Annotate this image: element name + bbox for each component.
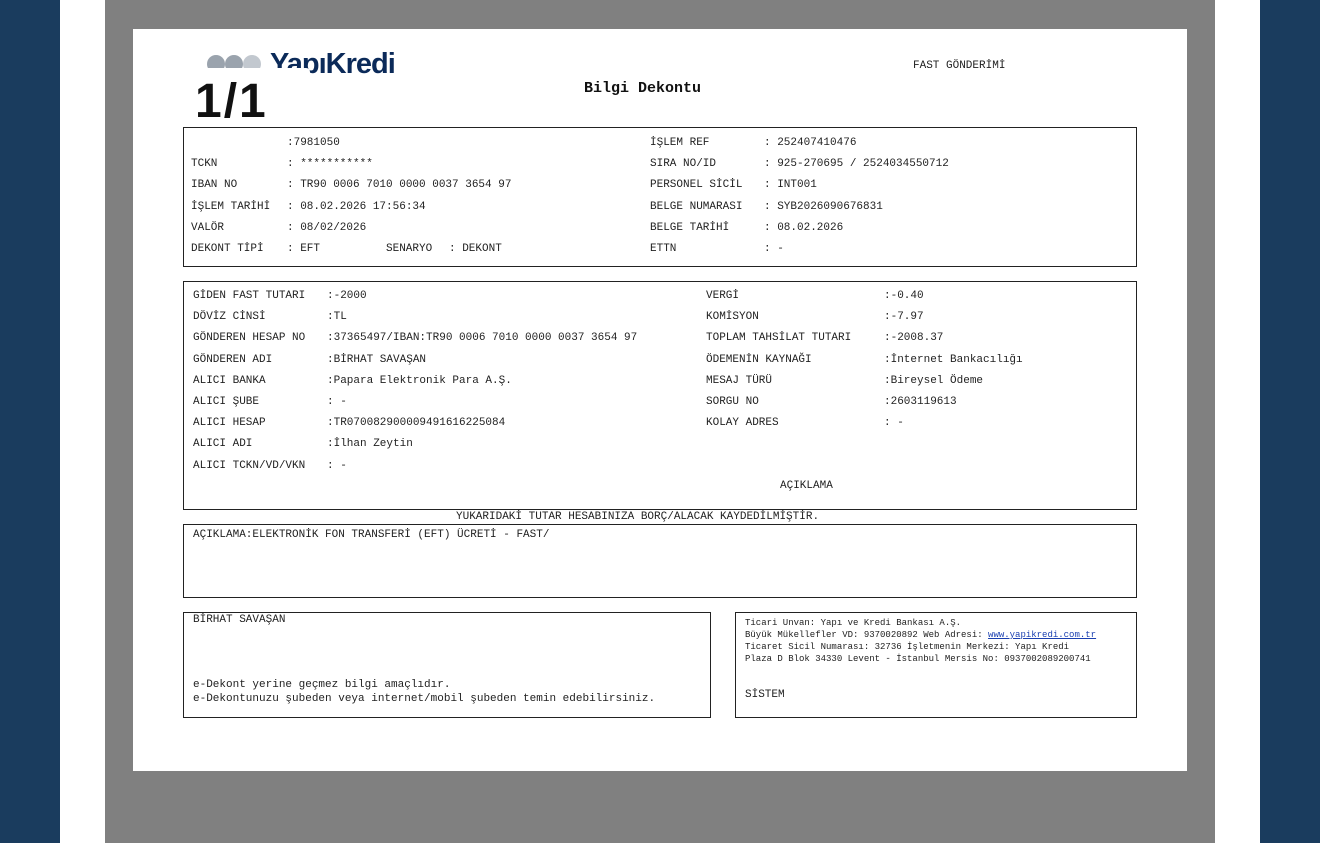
logo-circles-icon xyxy=(207,55,261,68)
info-right-label: BELGE TARİHİ xyxy=(650,221,750,234)
detail-left-label: GÖNDEREN HESAP NO xyxy=(193,332,312,345)
detail-right-label: ÖDEMENİN KAYNAĞI xyxy=(706,353,852,366)
detail-left-label: ALICI HESAP xyxy=(193,417,312,430)
info-right-value: : 252407410476 xyxy=(764,137,857,149)
customer-note-1: e-Dekont yerine geçmez bilgi amaçlıdır. xyxy=(193,679,451,691)
info-left-label: IBAN NO xyxy=(191,179,271,192)
detail-left-value: :37365497/IBAN:TR90 0006 7010 0000 0037 … xyxy=(327,332,638,345)
detail-left-value: : - xyxy=(327,396,347,408)
info-right-value: : INT001 xyxy=(764,179,817,192)
info-left-value: : TR90 0006 7010 0000 0037 3654 97 xyxy=(287,179,512,192)
detail-left-value: :İlhan Zeytin xyxy=(327,438,413,451)
bank-line-2: Büyük Mükellefler VD: 9370020892 Web Adr… xyxy=(745,629,1096,641)
detail-left-label: ALICI TCKN/VD/VKN xyxy=(193,459,312,472)
detail-right-value: :-2008.37 xyxy=(884,332,944,345)
info-right-label: PERSONEL SİCİL xyxy=(650,179,750,192)
info-right-value: : 08.02.2026 xyxy=(764,221,844,234)
info-left-label: İŞLEM TARİHİ xyxy=(191,200,271,213)
info-left-value: : EFT xyxy=(287,243,321,255)
bank-line-3: Ticaret Sicil Numarası: 32736 İşletmenin… xyxy=(745,642,1070,652)
detail-left-value: :-2000 xyxy=(327,290,367,302)
detail-right-label: KOLAY ADRES xyxy=(706,417,852,430)
bank-line-2-prefix: Büyük Mükellefler VD: 9370020892 Web Adr… xyxy=(745,630,989,640)
transfer-type: FAST GÖNDERİMİ xyxy=(913,60,1006,72)
info-right-label: ETTN xyxy=(650,243,750,255)
right-margin xyxy=(1215,0,1260,843)
detail-right-value: :-7.97 xyxy=(884,311,924,324)
detail-right-label: TOPLAM TAHSİLAT TUTARI xyxy=(706,332,852,345)
detail-left-value: :TR070082900009491616225084 xyxy=(327,417,506,430)
info-left-value: : 08/02/2026 xyxy=(287,221,367,234)
detail-left-value: :TL xyxy=(327,311,347,324)
description-text: AÇIKLAMA:ELEKTRONİK FON TRANSFERİ (EFT) … xyxy=(193,529,550,541)
page-title: Bilgi Dekontu xyxy=(584,80,702,97)
detail-right-label: MESAJ TÜRÜ xyxy=(706,374,852,387)
detail-left-label: GÖNDEREN ADI xyxy=(193,353,312,366)
info-right-label: İŞLEM REF xyxy=(650,137,750,149)
detail-left-value: :Papara Elektronik Para A.Ş. xyxy=(327,374,512,387)
notice-text: YUKARIDAKİ TUTAR HESABINIZA BORÇ/ALACAK … xyxy=(456,511,820,523)
left-margin xyxy=(60,0,105,843)
detail-right-label: SORGU NO xyxy=(706,396,852,408)
customer-name: BİRHAT SAVAŞAN xyxy=(193,614,286,626)
info-left-label: DEKONT TİPİ xyxy=(191,243,271,255)
bank-website-link[interactable]: www.yapikredi.com.tr xyxy=(988,630,1096,640)
detail-left-label: ALICI ADI xyxy=(193,438,312,451)
scenario-value: : DEKONT xyxy=(449,243,502,255)
info-left-value: :7981050 xyxy=(287,137,340,149)
info-right-label: BELGE NUMARASI xyxy=(650,200,750,213)
detail-left-label: ALICI ŞUBE xyxy=(193,396,312,408)
detail-right-value: :-0.40 xyxy=(884,290,924,302)
info-left-value: : *********** xyxy=(287,158,373,171)
detail-left-label: ALICI BANKA xyxy=(193,374,312,387)
info-left-label: TCKN xyxy=(191,158,271,171)
detail-note-heading: AÇIKLAMA xyxy=(780,480,833,492)
detail-left-value: : - xyxy=(327,459,347,472)
detail-right-value: :İnternet Bankacılığı xyxy=(884,353,1023,366)
bank-line-1: Ticari Unvan: Yapı ve Kredi Bankası A.Ş. xyxy=(745,618,962,628)
info-left-label: VALÖR xyxy=(191,221,271,234)
customer-note-2: e-Dekontunuzu şubeden veya internet/mobi… xyxy=(193,693,656,705)
detail-left-label: DÖVİZ CİNSİ xyxy=(193,311,312,324)
detail-left-label: GİDEN FAST TUTARI xyxy=(193,290,312,302)
info-right-label: SIRA NO/ID xyxy=(650,158,750,171)
info-right-value: : - xyxy=(764,243,784,255)
detail-left-value: :BİRHAT SAVAŞAN xyxy=(327,353,427,366)
detail-right-value: : - xyxy=(884,417,904,430)
scenario-label: SENARYO xyxy=(386,243,433,255)
info-right-value: : SYB2026090676831 xyxy=(764,200,883,213)
bank-line-4: Plaza D Blok 34330 Levent - İstanbul Mer… xyxy=(745,654,1091,664)
detail-right-label: VERGİ xyxy=(706,290,852,302)
detail-right-value: :2603119613 xyxy=(884,396,957,408)
page-indicator: 1/1 xyxy=(180,68,310,130)
info-left-value: : 08.02.2026 17:56:34 xyxy=(287,200,426,213)
page-indicator-text: 1/1 xyxy=(195,75,268,128)
bank-signature: SİSTEM xyxy=(745,689,785,701)
detail-right-label: KOMİSYON xyxy=(706,311,852,324)
info-right-value: : 925-270695 / 2524034550712 xyxy=(764,158,949,171)
detail-right-value: :Bireysel Ödeme xyxy=(884,374,984,387)
